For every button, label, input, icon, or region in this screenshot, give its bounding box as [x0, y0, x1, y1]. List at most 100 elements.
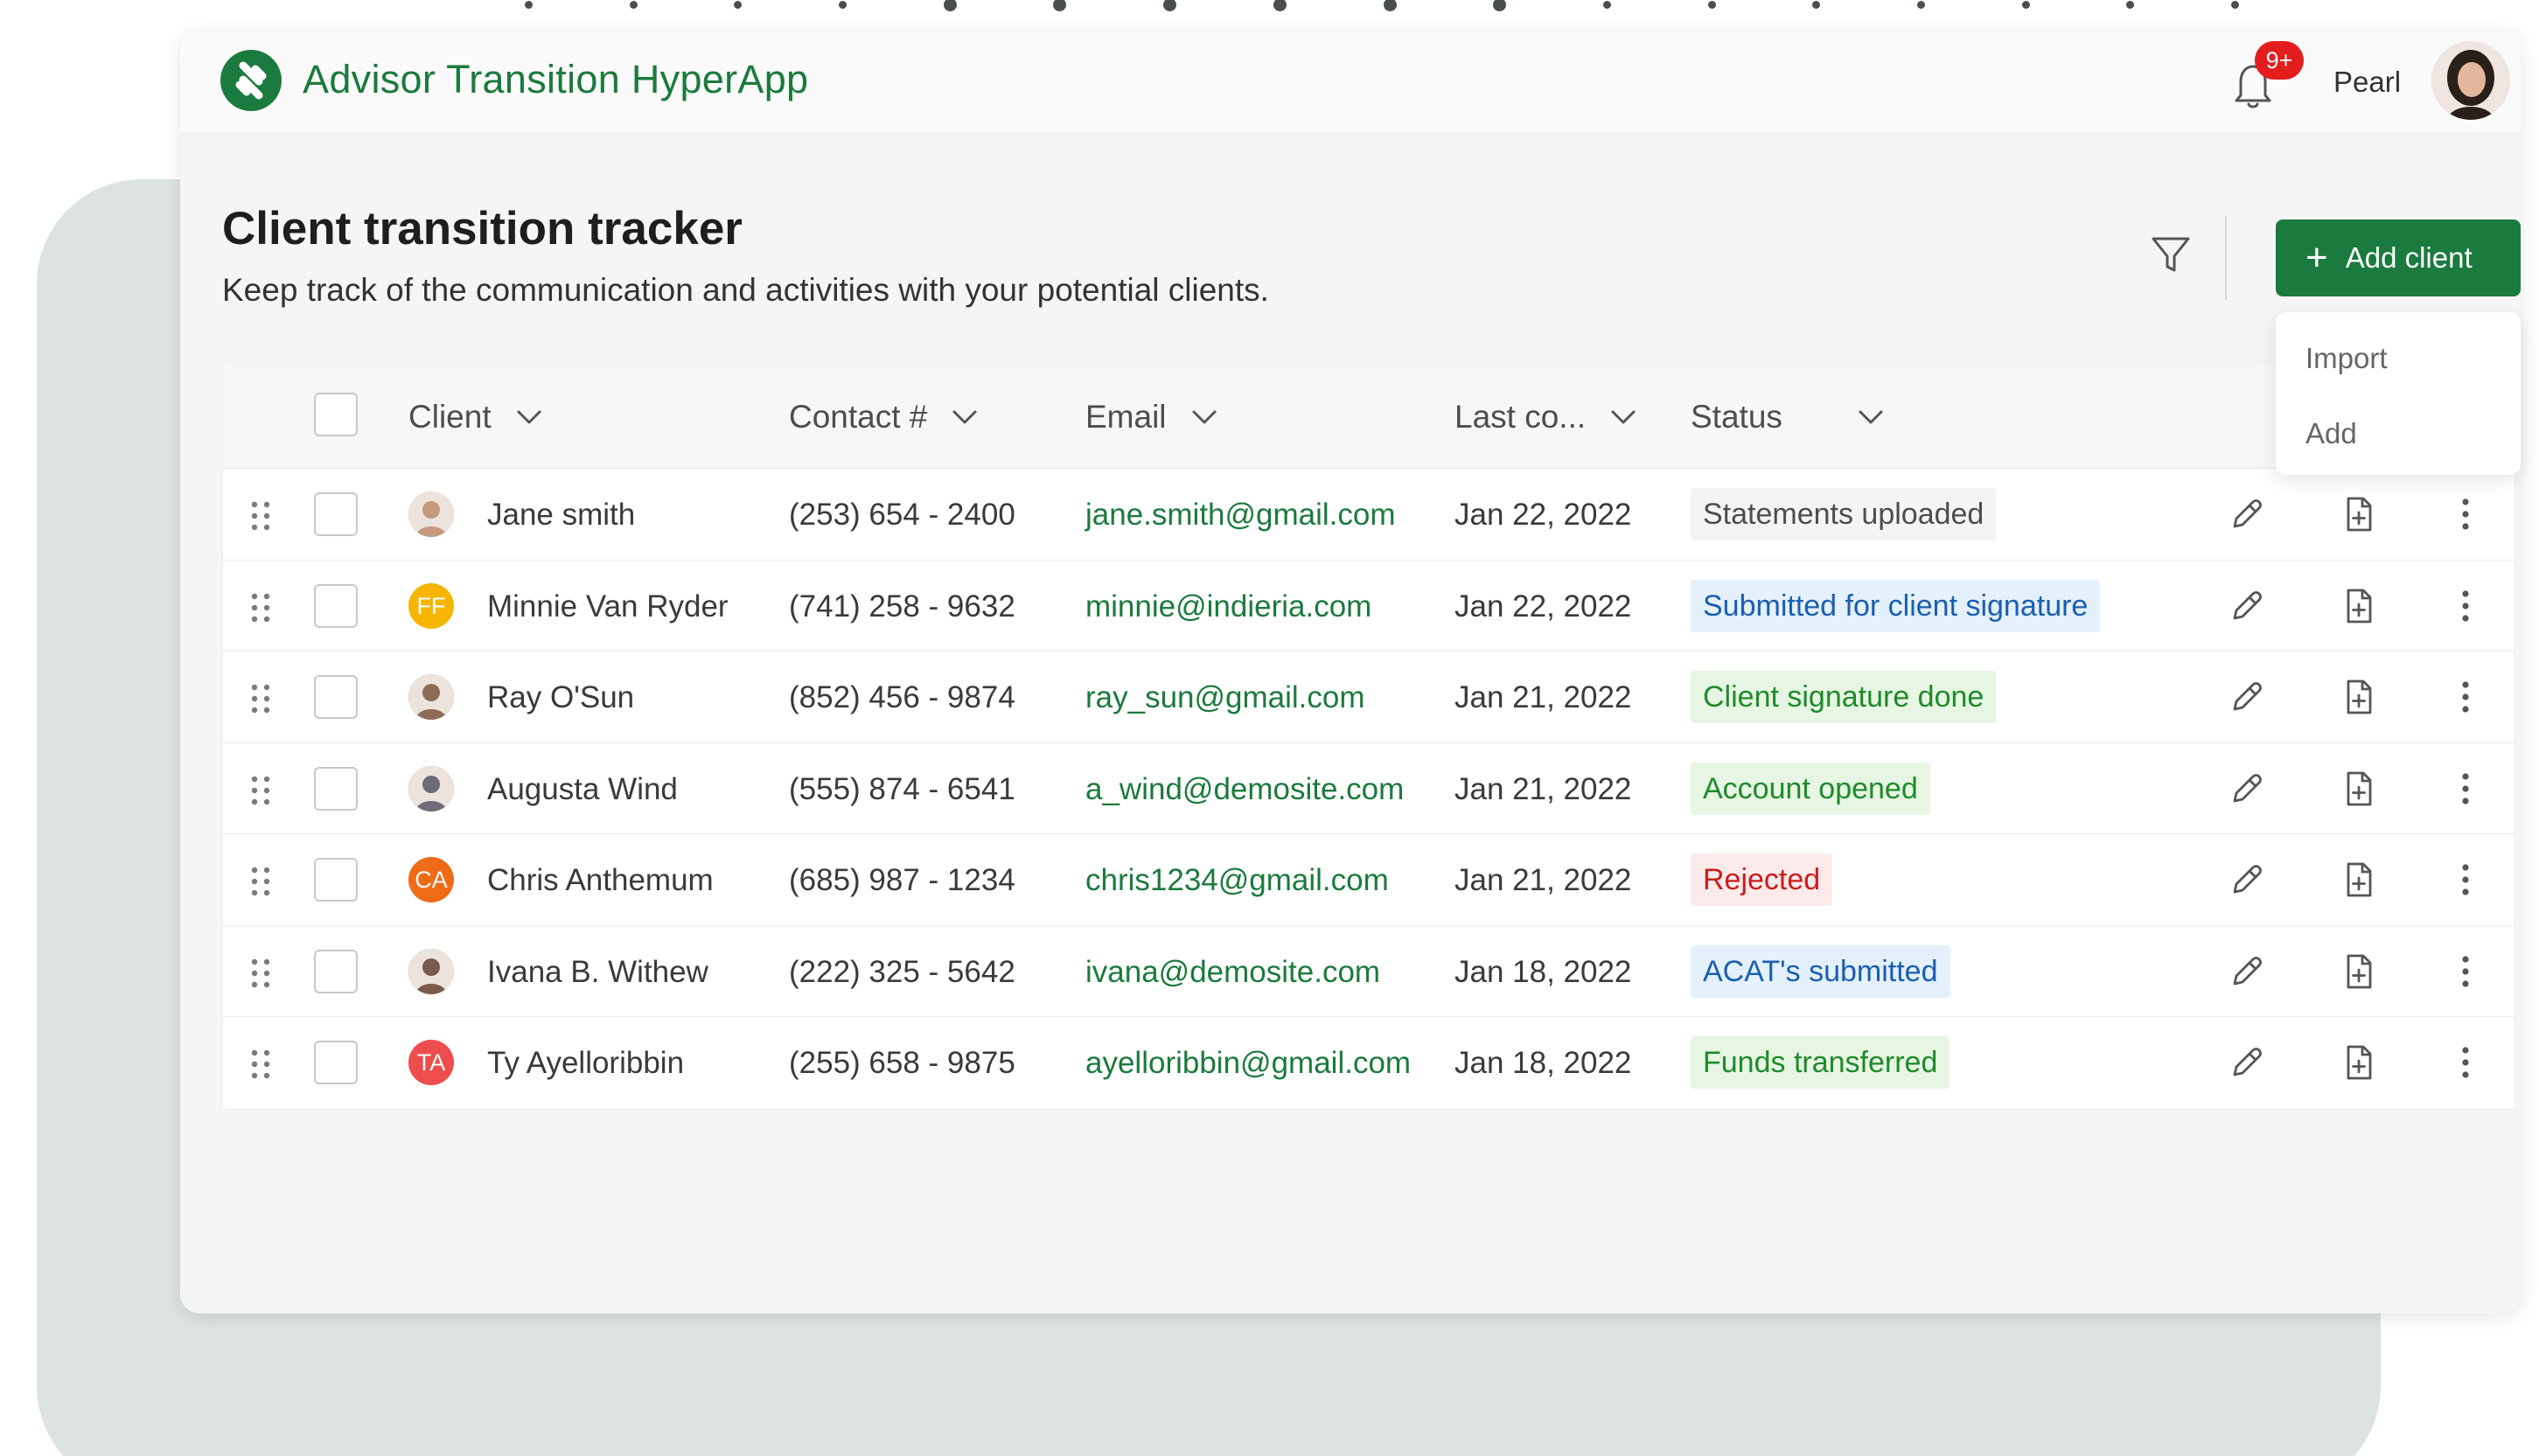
more-vertical-icon[interactable]: [2446, 770, 2485, 808]
status-badge: Submitted for client signature: [1691, 579, 2101, 632]
column-header-contact[interactable]: Contact #: [789, 399, 978, 435]
drag-handle-icon[interactable]: [249, 774, 272, 807]
column-header-client[interactable]: Client: [408, 399, 542, 435]
client-avatar: TA: [408, 1040, 454, 1085]
filter-icon[interactable]: [2146, 230, 2195, 279]
row-checkbox[interactable]: [314, 675, 358, 719]
add-document-icon[interactable]: [2340, 495, 2378, 533]
table-row[interactable]: FF Minnie Van Ryder (741) 258 - 9632 min…: [223, 560, 2515, 651]
edit-pencil-icon[interactable]: [2228, 860, 2266, 899]
add-client-menu: Import Add: [2276, 312, 2521, 475]
table-row[interactable]: TA Ty Ayelloribbin (255) 658 - 9875 ayel…: [223, 1017, 2515, 1109]
screen: Advisor Transition HyperApp 9+ Pearl Cli…: [0, 0, 2539, 1456]
app-logo-icon[interactable]: [220, 50, 282, 111]
add-document-icon[interactable]: [2340, 952, 2378, 991]
menu-item-import[interactable]: Import: [2305, 342, 2388, 375]
client-name[interactable]: Chris Anthemum: [487, 863, 714, 898]
chevron-down-icon: [952, 410, 977, 424]
user-name[interactable]: Pearl: [2333, 66, 2401, 99]
menu-item-add[interactable]: Add: [2305, 417, 2357, 450]
select-all-checkbox[interactable]: [314, 393, 358, 436]
last-contact-date: Jan 21, 2022: [1454, 771, 1632, 806]
add-document-icon[interactable]: [2340, 770, 2378, 808]
client-name[interactable]: Jane smith: [487, 498, 635, 533]
client-name[interactable]: Ty Ayelloribbin: [487, 1046, 684, 1081]
client-avatar: [408, 948, 454, 994]
user-avatar[interactable]: [2431, 41, 2510, 120]
chevron-down-icon: [517, 410, 541, 424]
row-checkbox[interactable]: [314, 583, 358, 628]
drag-handle-icon[interactable]: [249, 865, 272, 898]
column-header-last-contact[interactable]: Last co...: [1454, 399, 1636, 435]
more-vertical-icon[interactable]: [2446, 860, 2485, 899]
edit-pencil-icon[interactable]: [2228, 770, 2266, 808]
drag-handle-icon[interactable]: [249, 499, 272, 533]
row-checkbox[interactable]: [314, 949, 358, 993]
add-document-icon[interactable]: [2340, 860, 2378, 899]
last-contact-date: Jan 22, 2022: [1454, 498, 1632, 532]
table-row[interactable]: Jane smith (253) 654 - 2400 jane.smith@g…: [223, 469, 2515, 561]
edit-pencil-icon[interactable]: [2228, 587, 2266, 625]
client-email[interactable]: a_wind@demosite.com: [1085, 772, 1404, 807]
notification-badge: 9+: [2255, 41, 2304, 80]
edit-pencil-icon[interactable]: [2228, 495, 2266, 533]
client-email[interactable]: chris1234@gmail.com: [1085, 863, 1389, 898]
edit-pencil-icon[interactable]: [2228, 1043, 2266, 1082]
client-contact: (253) 654 - 2400: [789, 498, 1015, 532]
edit-pencil-icon[interactable]: [2228, 678, 2266, 716]
table-row[interactable]: Augusta Wind (555) 874 - 6541 a_wind@dem…: [223, 742, 2515, 834]
add-document-icon[interactable]: [2340, 1043, 2378, 1082]
decorative-dots: [525, 0, 2239, 11]
status-badge: Statements uploaded: [1691, 488, 1997, 540]
drag-handle-icon[interactable]: [249, 591, 272, 624]
more-vertical-icon[interactable]: [2446, 495, 2485, 533]
add-client-label: Add client: [2345, 241, 2473, 274]
drag-handle-icon[interactable]: [249, 682, 272, 715]
page-subtitle: Keep track of the communication and acti…: [222, 272, 1269, 308]
column-label: Client: [408, 399, 492, 435]
row-checkbox[interactable]: [314, 858, 358, 902]
client-avatar: [408, 765, 454, 812]
column-label: Last co...: [1454, 399, 1587, 435]
client-email[interactable]: jane.smith@gmail.com: [1085, 498, 1396, 533]
table-row[interactable]: Ivana B. Withew (222) 325 - 5642 ivana@d…: [223, 925, 2515, 1017]
status-badge: Client signature done: [1691, 671, 1997, 723]
chevron-down-icon: [1859, 410, 1883, 424]
add-document-icon[interactable]: [2340, 587, 2378, 625]
app-title: Advisor Transition HyperApp: [303, 57, 809, 101]
column-header-status[interactable]: Status: [1691, 399, 1884, 435]
chevron-down-icon: [1611, 410, 1636, 424]
last-contact-date: Jan 21, 2022: [1454, 680, 1632, 714]
row-checkbox[interactable]: [314, 1041, 358, 1084]
client-name[interactable]: Minnie Van Ryder: [487, 589, 729, 624]
status-badge: Funds transferred: [1691, 1036, 1950, 1089]
more-vertical-icon[interactable]: [2446, 678, 2485, 716]
client-name[interactable]: Ivana B. Withew: [487, 955, 708, 990]
row-checkbox[interactable]: [314, 492, 358, 536]
table-row[interactable]: CA Chris Anthemum (685) 987 - 1234 chris…: [223, 834, 2515, 926]
column-label: Email: [1085, 399, 1167, 435]
drag-handle-icon[interactable]: [249, 1048, 272, 1081]
edit-pencil-icon[interactable]: [2228, 952, 2266, 991]
client-email[interactable]: ayelloribbin@gmail.com: [1085, 1046, 1411, 1081]
client-contact: (255) 658 - 9875: [789, 1046, 1015, 1080]
client-name[interactable]: Augusta Wind: [487, 772, 678, 807]
more-vertical-icon[interactable]: [2446, 587, 2485, 625]
add-document-icon[interactable]: [2340, 678, 2378, 716]
client-name[interactable]: Ray O'Sun: [487, 680, 634, 715]
client-email[interactable]: minnie@indieria.com: [1085, 589, 1371, 624]
more-vertical-icon[interactable]: [2446, 952, 2485, 991]
drag-handle-icon[interactable]: [249, 957, 272, 990]
page-title: Client transition tracker: [222, 203, 743, 254]
plus-icon: +: [2305, 236, 2328, 279]
client-email[interactable]: ivana@demosite.com: [1085, 955, 1380, 990]
client-contact: (555) 874 - 6541: [789, 771, 1015, 806]
client-email[interactable]: ray_sun@gmail.com: [1085, 680, 1365, 715]
column-header-email[interactable]: Email: [1085, 399, 1217, 435]
client-avatar: [408, 674, 454, 720]
row-checkbox[interactable]: [314, 766, 358, 811]
client-avatar: [408, 491, 454, 537]
table-row[interactable]: Ray O'Sun (852) 456 - 9874 ray_sun@gmail…: [223, 651, 2515, 743]
add-client-button[interactable]: + Add client: [2276, 219, 2521, 296]
more-vertical-icon[interactable]: [2446, 1043, 2485, 1082]
